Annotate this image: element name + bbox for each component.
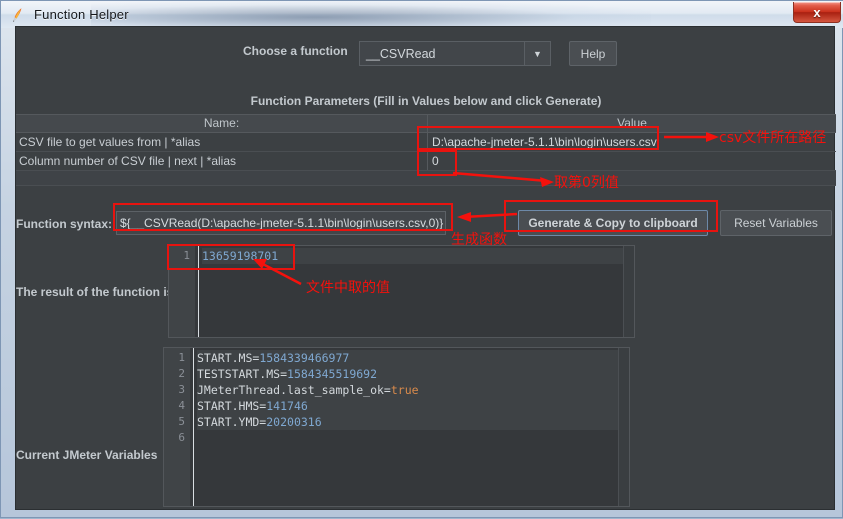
column-header-name: Name: [16, 115, 428, 132]
generate-copy-button[interactable]: Generate & Copy to clipboard [518, 210, 708, 236]
chevron-down-icon[interactable]: ▼ [524, 42, 550, 65]
param-value-csv-file[interactable]: D:\apache-jmeter-5.1.1\bin\login\users.c… [428, 133, 836, 151]
code-line: START.MS=1584339466977 [197, 350, 618, 366]
line-number: 2 [178, 367, 185, 380]
choose-function-row: Choose a function __CSVRead ▼ Help [16, 41, 836, 67]
titlebar-glow [91, 1, 651, 28]
code-token: START.HMS= [197, 399, 267, 413]
variables-content[interactable]: START.MS=1584339466977 TESTSTART.MS=15843… [194, 348, 618, 506]
generate-copy-label: Generate & Copy to clipboard [528, 216, 698, 230]
close-button[interactable]: x [793, 2, 841, 23]
code-line: START.HMS=141746 [197, 398, 618, 414]
variables-line-numbers: 1 2 3 4 5 6 [164, 348, 190, 506]
line-number: 6 [178, 431, 185, 444]
code-token: START.YMD= [197, 415, 267, 429]
variables-scrollbar[interactable] [618, 348, 629, 506]
result-textarea[interactable]: 1 13659198701 [168, 245, 635, 338]
code-token: START.MS= [197, 351, 260, 365]
line-number: 4 [178, 399, 185, 412]
param-name-column-number: Column number of CSV file | next | *alia… [16, 152, 428, 170]
function-select[interactable]: __CSVRead ▼ [359, 41, 551, 66]
parameters-table: Name: Value CSV file to get values from … [16, 114, 836, 186]
line-number: 1 [183, 249, 190, 262]
param-name-csv-file: CSV file to get values from | *alias [16, 133, 428, 151]
line-number: 5 [178, 415, 185, 428]
result-scrollbar[interactable] [623, 246, 634, 337]
jmeter-feather-icon [13, 7, 22, 22]
window-titlebar[interactable]: Function Helper x [1, 1, 843, 28]
table-row[interactable]: CSV file to get values from | *alias D:\… [16, 133, 836, 152]
result-label: The result of the function is [16, 285, 174, 299]
code-token: 1584345519692 [287, 367, 378, 381]
help-button[interactable]: Help [569, 41, 617, 66]
result-line-numbers: 1 [169, 246, 195, 337]
os-window: Function Helper x Choose a function __CS… [0, 0, 843, 518]
code-token: 20200316 [266, 415, 322, 429]
param-value-column-number[interactable]: 0 [428, 152, 836, 170]
variables-textarea[interactable]: 123456 START.MS=1584339466977 TESTSTART.M… [163, 347, 630, 507]
line-number: 3 [178, 383, 185, 396]
function-syntax-label: Function syntax: [16, 217, 113, 231]
code-token: JMeterThread.last_sample_ok= [197, 383, 391, 397]
code-token: TESTSTART.MS= [197, 367, 288, 381]
window-title: Function Helper [34, 7, 129, 22]
function-select-value: __CSVRead [366, 46, 436, 61]
table-row-empty [16, 171, 836, 186]
close-icon: x [813, 4, 821, 20]
choose-function-label: Choose a function [243, 44, 348, 58]
table-row[interactable]: Column number of CSV file | next | *alia… [16, 152, 836, 171]
code-token: 1584339466977 [259, 351, 350, 365]
reset-variables-label: Reset Variables [734, 216, 818, 230]
result-content[interactable]: 13659198701 [199, 246, 623, 337]
function-parameters-title: Function Parameters (Fill in Values belo… [250, 94, 602, 108]
column-header-value: Value [617, 116, 647, 130]
code-line: START.YMD=20200316 [197, 414, 618, 430]
code-line: JMeterThread.last_sample_ok=true [197, 382, 618, 398]
code-line: TESTSTART.MS=1584345519692 [197, 366, 618, 382]
code-token: 141746 [266, 399, 308, 413]
function-helper-panel: Choose a function __CSVRead ▼ Help Funct… [15, 26, 836, 510]
line-number: 1 [178, 351, 185, 364]
reset-variables-button[interactable]: Reset Variables [720, 210, 832, 236]
current-variables-label: Current JMeter Variables [16, 448, 158, 462]
function-syntax-input[interactable]: ${__CSVRead(D:\apache-jmeter-5.1.1\bin\l… [116, 211, 446, 235]
code-token: 13659198701 [202, 249, 279, 263]
code-token: true [390, 383, 419, 397]
code-line: 13659198701 [202, 248, 623, 264]
parameters-table-header: Name: Value [16, 115, 836, 133]
help-button-label: Help [580, 46, 606, 61]
